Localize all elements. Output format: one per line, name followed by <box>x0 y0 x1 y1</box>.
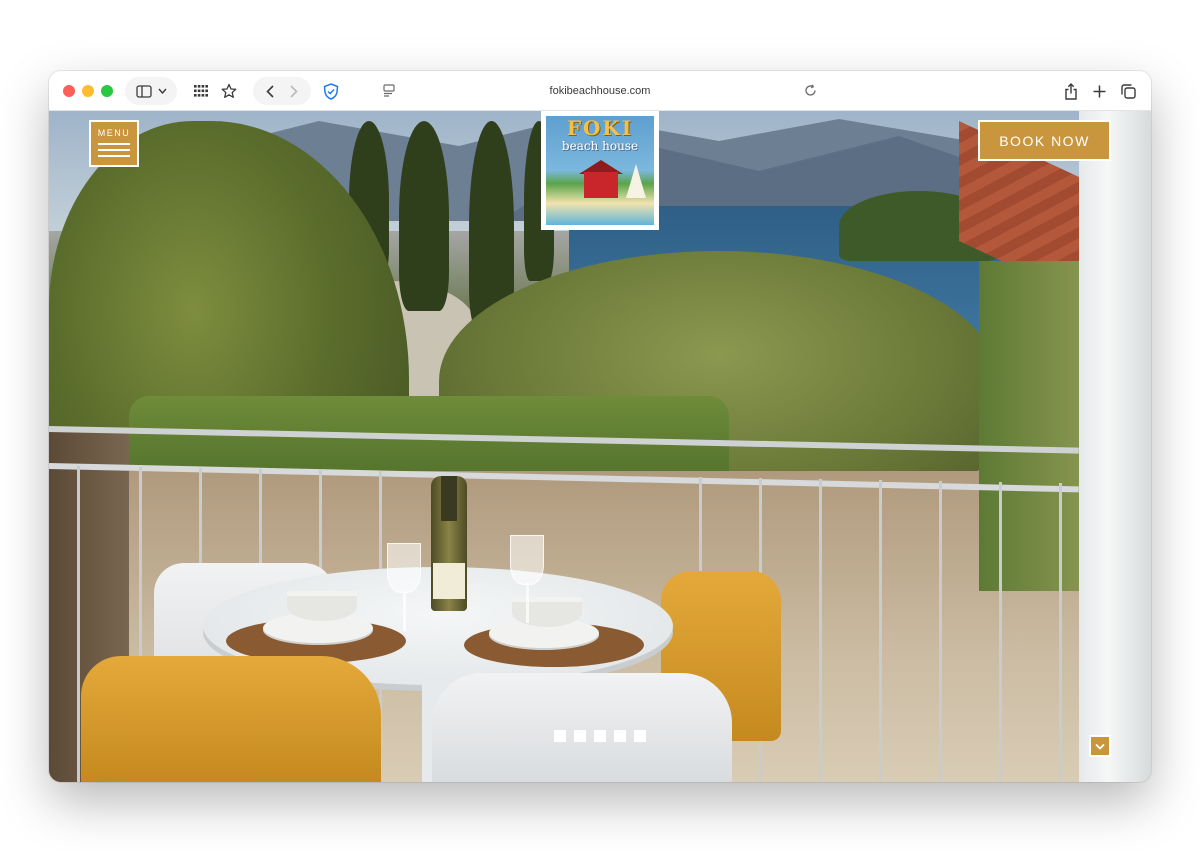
slider-dot[interactable] <box>594 730 606 742</box>
railing-bar <box>939 481 942 782</box>
wine-glass-stem <box>403 591 406 631</box>
hero-ivy-wall <box>979 261 1079 591</box>
chair-yellow-front <box>81 656 381 782</box>
start-page-button[interactable] <box>189 79 213 103</box>
logo-sailboat-icon <box>626 164 646 198</box>
hamburger-icon <box>98 143 130 161</box>
star-icon <box>221 83 237 99</box>
chair-white-front <box>432 673 732 782</box>
sidebar-icon <box>135 84 152 98</box>
url-text: fokibeachhouse.com <box>549 85 651 97</box>
close-window-button[interactable] <box>63 85 75 97</box>
sidebar-toggle-button[interactable] <box>125 77 177 105</box>
chevron-down-icon <box>1095 737 1105 755</box>
site-logo[interactable]: FOKI beach house <box>541 111 659 230</box>
slider-dot[interactable] <box>634 730 646 742</box>
zoom-window-button[interactable] <box>101 85 113 97</box>
railing-bar <box>77 466 80 782</box>
tabs-icon <box>1120 83 1136 99</box>
privacy-shield-button[interactable] <box>319 79 343 103</box>
wine-glass-right <box>510 535 544 585</box>
address-bar[interactable]: fokibeachhouse.com <box>375 77 825 105</box>
grid-icon <box>194 85 208 97</box>
forward-icon[interactable] <box>290 84 298 98</box>
wine-bottle-neck <box>441 476 457 521</box>
railing-bar <box>819 479 822 782</box>
bowl-left <box>287 591 357 621</box>
hero-cypress <box>399 121 449 311</box>
chevron-down-icon <box>157 88 167 94</box>
slider-dot[interactable] <box>574 730 586 742</box>
new-tab-button[interactable] <box>1087 79 1111 103</box>
tab-overview-button[interactable] <box>1116 79 1140 103</box>
navigation-group <box>253 77 311 105</box>
hero-curtain <box>1079 111 1151 782</box>
logo-title: FOKI <box>566 116 634 140</box>
browser-toolbar: fokibeachhouse.com <box>49 71 1151 111</box>
back-icon[interactable] <box>266 84 274 98</box>
railing-bar <box>1059 483 1062 782</box>
railing-bar <box>999 482 1002 782</box>
wine-glass-left <box>387 543 421 593</box>
share-icon <box>1064 82 1078 100</box>
menu-label: MENU <box>97 128 131 138</box>
wine-bottle-label <box>433 563 465 599</box>
book-now-button[interactable]: BOOK NOW <box>978 120 1111 161</box>
slider-dot[interactable] <box>614 730 626 742</box>
wine-glass-stem <box>526 583 529 623</box>
hero-section: MENU FOKI beach house BOOK NOW <box>49 111 1151 782</box>
shield-icon <box>323 82 339 100</box>
railing-bar <box>879 480 882 782</box>
minimize-window-button[interactable] <box>82 85 94 97</box>
logo-art: FOKI beach house <box>546 116 654 225</box>
bowl-right <box>512 597 582 627</box>
logo-house-icon <box>584 172 618 198</box>
bookmark-button[interactable] <box>217 79 241 103</box>
reload-icon[interactable] <box>804 84 817 102</box>
page-icon[interactable] <box>383 84 395 102</box>
plus-icon <box>1093 85 1106 98</box>
scroll-down-button[interactable] <box>1089 735 1111 757</box>
browser-window: fokibeachhouse.com MENU FOKI beach house… <box>49 71 1151 782</box>
slider-dots <box>554 730 646 742</box>
logo-subtitle: beach house <box>561 139 639 153</box>
slider-dot[interactable] <box>554 730 566 742</box>
share-button[interactable] <box>1059 79 1083 103</box>
menu-button[interactable]: MENU <box>89 120 139 167</box>
